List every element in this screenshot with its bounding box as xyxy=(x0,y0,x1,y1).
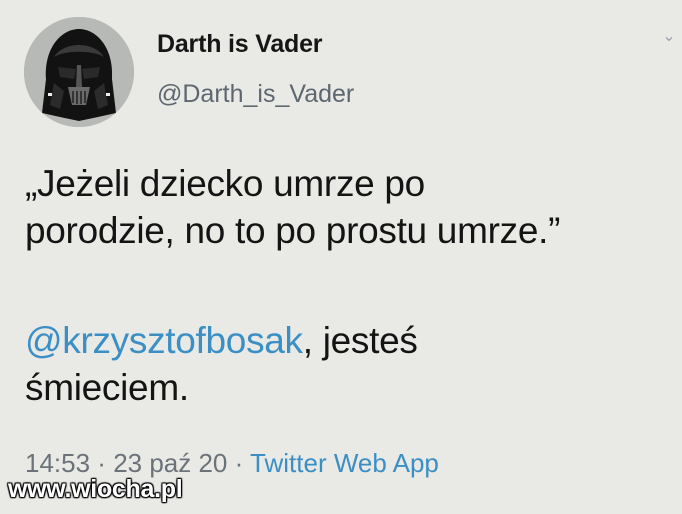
tweet-time[interactable]: 14:53 xyxy=(25,448,90,478)
watermark: www.wiocha.pl xyxy=(8,475,183,503)
author-handle[interactable]: @Darth_is_Vader xyxy=(157,80,354,109)
darth-vader-helmet-icon xyxy=(24,17,134,127)
separator: · xyxy=(227,448,251,478)
tweet-text: „Jeżeli dziecko umrze po porodzie, no to… xyxy=(25,160,665,411)
tweet-text-line: śmieciem. xyxy=(25,367,189,408)
author-display-name[interactable]: Darth is Vader xyxy=(157,30,323,59)
chevron-down-icon[interactable]: ⌄ xyxy=(662,29,676,45)
tweet-text-line: @krzysztofbosak, jesteś xyxy=(25,317,665,364)
tweet-date[interactable]: 23 paź 20 xyxy=(113,448,227,478)
separator: · xyxy=(90,448,114,478)
avatar[interactable] xyxy=(24,17,134,127)
tweet-source-link[interactable]: Twitter Web App xyxy=(250,448,439,478)
tweet-card: Darth is Vader @Darth_is_Vader ⌄ „Jeżeli… xyxy=(0,0,682,514)
tweet-text-line: porodzie, no to po prostu umrze.” xyxy=(25,210,561,251)
tweet-text-fragment: , jesteś xyxy=(302,320,418,361)
mention-link[interactable]: @krzysztofbosak xyxy=(25,320,303,361)
tweet-text-line: „Jeżeli dziecko umrze po xyxy=(25,163,425,204)
